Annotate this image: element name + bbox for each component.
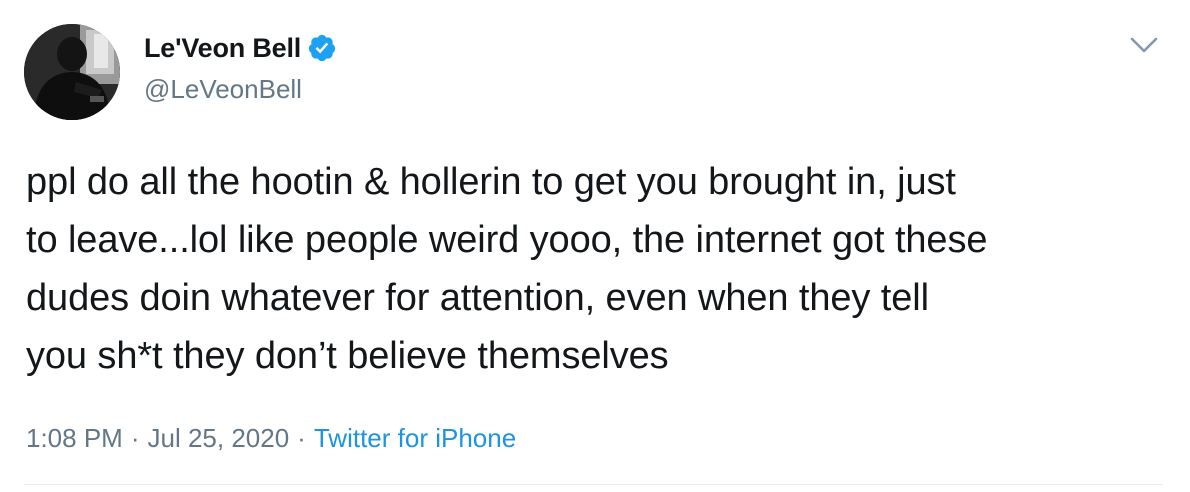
tweet-time[interactable]: 1:08 PM [26, 423, 123, 453]
divider [24, 484, 1162, 485]
tweet-text-line: ppl do all the hootin & hollerin to get … [26, 161, 956, 203]
chevron-down-icon[interactable] [1126, 30, 1162, 60]
handle[interactable]: @LeVeonBell [144, 72, 337, 106]
profile-photo-icon [24, 24, 120, 120]
tweet-text-line: to leave...lol like people weird yooo, t… [26, 219, 988, 261]
tweet-meta: 1:08 PM · Jul 25, 2020 · Twitter for iPhone [26, 418, 516, 458]
tweet-date[interactable]: Jul 25, 2020 [148, 423, 290, 453]
tweet-source-link[interactable]: Twitter for iPhone [314, 423, 516, 453]
tweet-text: ppl do all the hootin & hollerin to get … [26, 153, 1166, 385]
avatar[interactable] [24, 24, 120, 120]
meta-separator: · [130, 423, 140, 453]
meta-separator: · [297, 423, 306, 453]
name-row: Le'Veon Bell [144, 30, 337, 66]
author-block: Le'Veon Bell @LeVeonBell [144, 30, 337, 106]
tweet-text-line: dudes doin whatever for attention, even … [26, 277, 929, 319]
display-name[interactable]: Le'Veon Bell [144, 30, 301, 66]
verified-badge-icon [307, 33, 337, 63]
tweet-card: Le'Veon Bell @LeVeonBell ppl do all the … [0, 0, 1190, 492]
tweet-text-line: you sh*t they don’t believe themselves [26, 335, 669, 377]
